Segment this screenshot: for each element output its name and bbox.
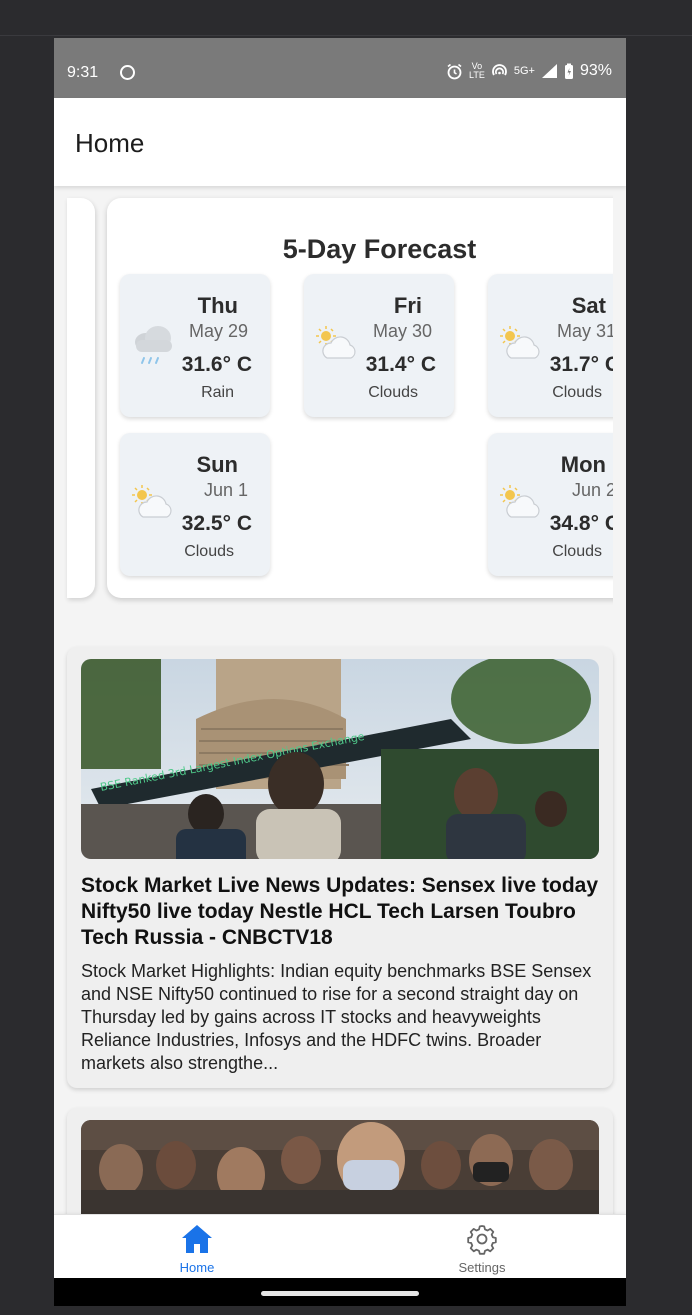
news-description: Stock Market Highlights: Indian equity b… bbox=[81, 961, 592, 1073]
day-name: Sun bbox=[196, 452, 238, 477]
status-icons: Vo LTE 5G+ 93% bbox=[446, 62, 612, 80]
partly-cloudy-icon bbox=[316, 326, 356, 359]
forecast-day-sun: Sun Jun 1 32.5° C Clouds bbox=[120, 433, 270, 576]
day-temperature: 31.7° C bbox=[549, 353, 620, 376]
gesture-bar bbox=[54, 1278, 626, 1306]
day-date: Jun 2 bbox=[571, 480, 616, 500]
news-title[interactable]: Stock Market Live News Updates: Sensex l… bbox=[81, 873, 599, 951]
forecast-day-thu: Thu May 29 31.6° C Rain bbox=[120, 274, 270, 417]
battery-icon bbox=[564, 63, 573, 79]
day-date: May 30 bbox=[372, 321, 432, 341]
day-temperature: 31.4° C bbox=[365, 353, 436, 376]
partly-cloudy-icon bbox=[132, 485, 172, 518]
nav-home-label: Home bbox=[179, 1260, 215, 1275]
day-name: Mon bbox=[560, 452, 606, 477]
gear-icon bbox=[467, 1225, 497, 1255]
day-date: May 29 bbox=[188, 321, 248, 341]
day-name: Sat bbox=[571, 293, 606, 318]
gesture-handle[interactable] bbox=[261, 1291, 419, 1296]
day-date: Jun 1 bbox=[203, 480, 248, 500]
crowd-photo bbox=[81, 1120, 599, 1214]
bottom-navigation: Home Settings bbox=[54, 1214, 626, 1278]
network-type: 5G+ bbox=[513, 64, 535, 77]
day-condition: Clouds bbox=[184, 543, 234, 560]
window-top-strip bbox=[0, 0, 692, 36]
news-image: BSE Ranked 3rd Largest Index Options Exc… bbox=[81, 659, 599, 859]
alarm-icon bbox=[447, 63, 462, 79]
nav-settings-label: Settings bbox=[458, 1260, 506, 1275]
day-date: May 31 bbox=[556, 321, 616, 341]
page-title: Home bbox=[75, 128, 145, 158]
content-scroll[interactable]: 5-Day Forecast Thu May 29 31.6° C Rain F… bbox=[54, 186, 626, 1214]
forecast-day-mon: Mon Jun 2 34.8° C Clouds bbox=[488, 433, 626, 576]
nav-home[interactable]: Home bbox=[117, 1215, 277, 1279]
news-card[interactable]: BSE Ranked 3rd Largest Index Options Exc… bbox=[67, 647, 613, 1088]
day-condition: Clouds bbox=[552, 543, 602, 560]
partly-cloudy-icon bbox=[500, 326, 540, 359]
signal-icon bbox=[541, 64, 557, 78]
partly-cloudy-icon bbox=[500, 485, 540, 518]
day-condition: Rain bbox=[201, 384, 234, 401]
nav-settings[interactable]: Settings bbox=[402, 1215, 562, 1279]
forecast-title: 5-Day Forecast bbox=[282, 234, 477, 264]
day-condition: Clouds bbox=[368, 384, 418, 401]
day-temperature: 34.8° C bbox=[549, 512, 620, 535]
day-condition: Clouds bbox=[552, 384, 602, 401]
day-name: Fri bbox=[393, 293, 422, 318]
day-temperature: 31.6° C bbox=[181, 353, 252, 376]
news-card[interactable] bbox=[67, 1108, 613, 1214]
rain-cloud-icon bbox=[135, 326, 172, 364]
day-name: Thu bbox=[197, 293, 238, 318]
window-bottom-strip bbox=[0, 1306, 692, 1315]
app-bar: Home bbox=[54, 98, 626, 186]
phone-screen: 9:31 Vo LTE 5G+ 93% Home 5-Day Forecast bbox=[54, 38, 626, 1306]
stock-exchange-photo: BSE Ranked 3rd Largest Index Options Exc… bbox=[81, 659, 599, 859]
carousel-edge bbox=[613, 186, 626, 646]
status-time: 9:31 bbox=[67, 64, 99, 81]
forecast-day-sat: Sat May 31 31.7° C Clouds bbox=[488, 274, 626, 417]
home-icon bbox=[182, 1225, 212, 1253]
forecast-day-fri: Fri May 30 31.4° C Clouds bbox=[304, 274, 454, 417]
news-image bbox=[81, 1120, 599, 1214]
hotspot-icon bbox=[491, 63, 507, 75]
notification-face-icon bbox=[120, 65, 135, 80]
status-bar: 9:31 Vo LTE 5G+ 93% bbox=[54, 38, 626, 98]
day-temperature: 32.5° C bbox=[181, 512, 252, 535]
forecast-card[interactable]: 5-Day Forecast Thu May 29 31.6° C Rain F… bbox=[107, 198, 626, 598]
previous-card-peek[interactable] bbox=[67, 198, 95, 598]
volte-indicator: Vo LTE bbox=[469, 61, 485, 80]
battery-percent: 93% bbox=[579, 62, 612, 79]
